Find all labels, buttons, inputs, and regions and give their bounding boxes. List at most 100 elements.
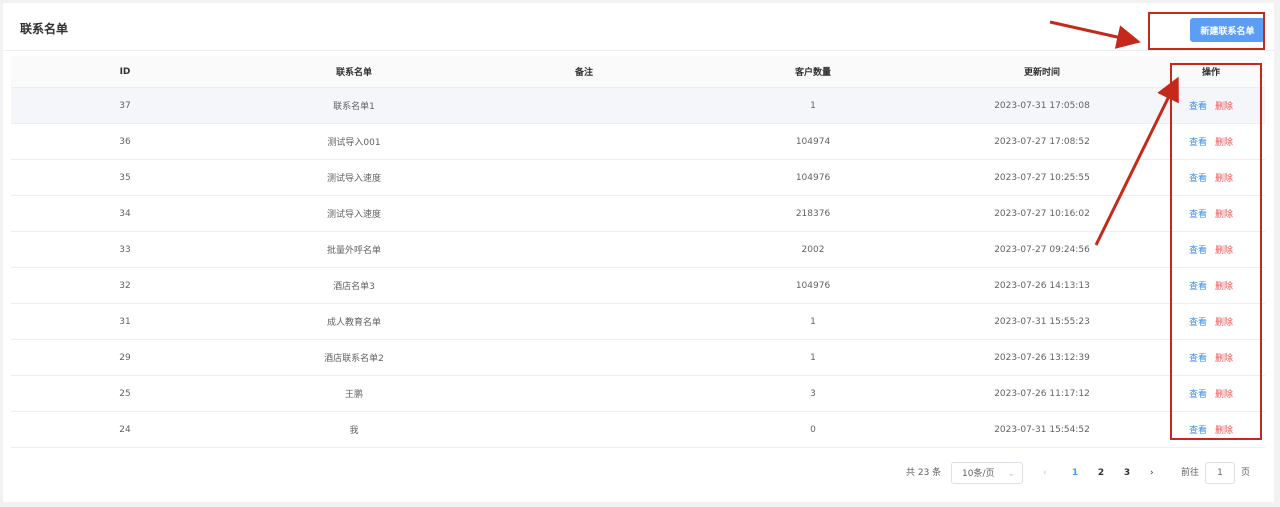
cell-updated: 2023-07-31 17:05:08 [994,100,1090,111]
cell-name: 测试导入速度 [326,210,381,220]
table-row: 36 测试导入001 104974 2023-07-27 17:08:52 查看 删除 [11,124,1265,160]
cell-actions: 查看 删除 [1157,423,1265,436]
next-page-button[interactable]: › [1150,462,1154,484]
cell-id: 32 [119,280,131,291]
table-row: 25 王鹏 3 2023-07-26 11:17:12 查看 删除 [11,376,1265,412]
table-row: 34 测试导入速度 218376 2023-07-27 10:16:02 查看 删除 [11,196,1265,232]
delete-link[interactable]: 删除 [1215,246,1233,256]
cell-count: 104976 [795,172,831,183]
chevron-down-icon: ⌄ [1007,469,1015,479]
cell-id: 35 [119,172,131,183]
cell-updated: 2023-07-26 13:12:39 [994,352,1090,363]
cell-name: 批量外呼名单 [326,246,381,256]
cell-name: 我 [349,426,359,436]
cell-updated: 2023-07-27 10:16:02 [994,208,1090,219]
cell-actions: 查看 删除 [1157,279,1265,292]
page-3-button[interactable]: 3 [1120,462,1134,484]
view-link[interactable]: 查看 [1189,102,1207,112]
delete-link[interactable]: 删除 [1215,282,1233,292]
table-row: 37 联系名单1 1 2023-07-31 17:05:08 查看 删除 [11,88,1265,124]
contact-list-table: ID 联系名单 备注 客户数量 更新时间 操作 37 联系名单1 1 2023-07-… [11,56,1265,448]
cell-count: 1 [810,316,816,327]
new-contact-list-button[interactable]: 新建联系名单 [1190,18,1265,42]
cell-actions: 查看 删除 [1157,243,1265,256]
delete-link[interactable]: 删除 [1215,354,1233,364]
view-link[interactable]: 查看 [1189,282,1207,292]
pagination-total: 共 23 条 [906,468,942,478]
cell-actions: 查看 删除 [1157,315,1265,328]
cell-actions: 查看 删除 [1157,171,1265,184]
cell-count: 1 [810,352,816,363]
cell-updated: 2023-07-27 09:24:56 [994,244,1090,255]
table-header: ID 联系名单 备注 客户数量 更新时间 操作 [11,56,1265,88]
prev-page-button[interactable]: ‹ [1043,462,1047,484]
cell-name: 测试导入001 [327,138,381,148]
cell-id: 29 [119,352,131,363]
col-header-actions: 操作 [1201,68,1220,78]
cell-updated: 2023-07-26 11:17:12 [994,388,1090,399]
cell-actions: 查看 删除 [1157,135,1265,148]
cell-id: 36 [119,136,131,147]
view-link[interactable]: 查看 [1189,246,1207,256]
pagination: 共 23 条 10条/页 ⌄ ‹ 1 2 3 › 前往 页 [3,462,1274,484]
delete-link[interactable]: 删除 [1215,174,1233,184]
table-row: 31 成人教育名单 1 2023-07-31 15:55:23 查看 删除 [11,304,1265,340]
goto-page-input[interactable] [1205,462,1235,484]
table-row: 29 酒店联系名单2 1 2023-07-26 13:12:39 查看 删除 [11,340,1265,376]
cell-count: 3 [810,388,816,399]
cell-name: 联系名单1 [333,102,375,112]
cell-id: 34 [119,208,131,219]
cell-count: 104974 [795,136,831,147]
delete-link[interactable]: 删除 [1215,318,1233,328]
page-2-button[interactable]: 2 [1094,462,1108,484]
cell-id: 31 [119,316,131,327]
delete-link[interactable]: 删除 [1215,210,1233,220]
view-link[interactable]: 查看 [1189,390,1207,400]
cell-name: 王鹏 [344,390,363,400]
cell-count: 2002 [801,244,825,255]
delete-link[interactable]: 删除 [1215,138,1233,148]
cell-actions: 查看 删除 [1157,99,1265,112]
col-header-count: 客户数量 [794,68,831,78]
col-header-id: ID [119,66,131,77]
cell-name: 测试导入速度 [326,174,381,184]
cell-id: 37 [119,100,131,111]
cell-name: 酒店名单3 [333,282,375,292]
page-title: 联系名单 [20,22,69,36]
header-divider [3,50,1274,51]
cell-id: 25 [119,388,131,399]
page-size-select[interactable]: 10条/页 ⌄ [951,462,1023,484]
page-size-value: 10条/页 [962,469,995,479]
cell-id: 24 [119,424,131,435]
col-header-updated: 更新时间 [1023,68,1060,78]
cell-updated: 2023-07-26 14:13:13 [994,280,1090,291]
delete-link[interactable]: 删除 [1215,390,1233,400]
goto-suffix: 页 [1241,468,1251,478]
cell-actions: 查看 删除 [1157,351,1265,364]
view-link[interactable]: 查看 [1189,210,1207,220]
cell-updated: 2023-07-27 17:08:52 [994,136,1090,147]
cell-name: 成人教育名单 [326,318,381,328]
view-link[interactable]: 查看 [1189,138,1207,148]
cell-updated: 2023-07-31 15:55:23 [994,316,1090,327]
cell-id: 33 [119,244,131,255]
cell-actions: 查看 删除 [1157,207,1265,220]
view-link[interactable]: 查看 [1189,354,1207,364]
table-row: 35 测试导入速度 104976 2023-07-27 10:25:55 查看 删除 [11,160,1265,196]
main-card: 联系名单 新建联系名单 ID 联系名单 备注 客户数量 更新时间 操作 37 联系… [3,3,1274,502]
delete-link[interactable]: 删除 [1215,426,1233,436]
col-header-remark: 备注 [574,68,593,78]
page-1-button[interactable]: 1 [1068,462,1082,484]
col-header-name: 联系名单 [335,68,372,78]
view-link[interactable]: 查看 [1189,174,1207,184]
cell-updated: 2023-07-27 10:25:55 [994,172,1090,183]
cell-actions: 查看 删除 [1157,387,1265,400]
cell-count: 218376 [795,208,831,219]
table-body: 37 联系名单1 1 2023-07-31 17:05:08 查看 删除 36 测试导入001… [11,88,1265,448]
view-link[interactable]: 查看 [1189,426,1207,436]
cell-count: 0 [810,424,816,435]
cell-count: 1 [810,100,816,111]
view-link[interactable]: 查看 [1189,318,1207,328]
cell-count: 104976 [795,280,831,291]
delete-link[interactable]: 删除 [1215,102,1233,112]
